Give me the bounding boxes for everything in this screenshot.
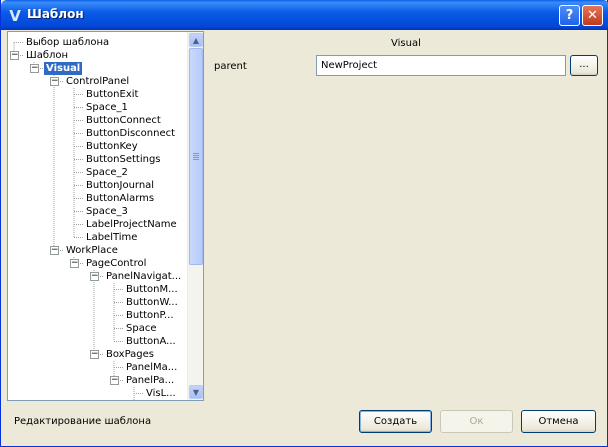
tree-expander-icon[interactable]: − bbox=[90, 350, 99, 359]
tree-item[interactable]: ButtonP... bbox=[126, 309, 174, 322]
tree-item[interactable]: VisL... bbox=[146, 387, 176, 400]
tree-item[interactable]: Space bbox=[126, 322, 156, 335]
tree-item[interactable]: ButtonKey bbox=[86, 140, 138, 153]
cancel-button[interactable]: Отмена bbox=[521, 410, 596, 433]
app-logo-icon: V bbox=[9, 7, 21, 25]
tree-item-selected[interactable]: Visual bbox=[44, 62, 83, 75]
title-bar[interactable]: V Шаблон ? ✕ bbox=[1, 0, 608, 30]
tree-expander-icon[interactable]: − bbox=[10, 51, 19, 60]
scroll-grip-icon bbox=[193, 153, 199, 161]
window-title: Шаблон bbox=[27, 7, 84, 21]
tree-item[interactable]: LabelTime bbox=[86, 231, 137, 244]
template-tree[interactable]: Выбор шаблона − Шаблон − Visual − ControlPanel… bbox=[7, 31, 204, 401]
tree-item[interactable]: Space_1 bbox=[86, 101, 128, 114]
tree-item[interactable]: Space_3 bbox=[86, 205, 128, 218]
tree-expander-icon[interactable]: − bbox=[50, 246, 59, 255]
tree-item[interactable]: PanelPa... bbox=[126, 374, 174, 387]
tree-item[interactable]: Visi... bbox=[146, 400, 173, 401]
tree-expander-icon[interactable]: − bbox=[70, 259, 79, 268]
scroll-thumb[interactable] bbox=[189, 48, 203, 265]
create-button[interactable]: Создать bbox=[359, 410, 432, 433]
tree-item[interactable]: ButtonW... bbox=[126, 296, 178, 309]
tree-item[interactable]: ButtonConnect bbox=[86, 114, 161, 127]
tree-item[interactable]: ButtonA... bbox=[126, 335, 176, 348]
tree-item[interactable]: ButtonJournal bbox=[86, 179, 154, 192]
scroll-up-icon[interactable]: ▲ bbox=[189, 33, 203, 47]
scroll-down-icon[interactable]: ▼ bbox=[189, 385, 203, 399]
tree-scrollbar[interactable]: ▲ ▼ bbox=[187, 32, 203, 400]
close-button[interactable]: ✕ bbox=[582, 5, 603, 26]
ok-button[interactable]: Ок bbox=[440, 410, 513, 433]
tree-expander-icon[interactable]: − bbox=[50, 77, 59, 86]
help-button[interactable]: ? bbox=[559, 5, 580, 26]
tree-item[interactable]: Space_2 bbox=[86, 166, 128, 179]
tree-item[interactable]: PanelNavigat... bbox=[106, 270, 181, 283]
tree-item[interactable]: WorkPlace bbox=[66, 244, 118, 257]
tree-expander-icon[interactable]: − bbox=[110, 376, 119, 385]
tree-item[interactable]: ButtonM... bbox=[126, 283, 178, 296]
tree-item[interactable]: PanelMa... bbox=[126, 361, 177, 374]
tree-item[interactable]: LabelProjectName bbox=[86, 218, 177, 231]
tree-item[interactable]: Выбор шаблона bbox=[26, 36, 109, 49]
tree-item[interactable]: Шаблон bbox=[26, 49, 68, 62]
tree-item[interactable]: ControlPanel bbox=[66, 75, 129, 88]
parent-field[interactable]: NewProject bbox=[316, 55, 566, 76]
status-text: Редактирование шаблона bbox=[14, 416, 152, 427]
properties-title: Visual bbox=[391, 38, 421, 49]
dialog-window: V Шаблон ? ✕ Выбор шаблона − Шаблон − Visual… bbox=[0, 0, 608, 447]
browse-button[interactable]: ... bbox=[570, 55, 598, 76]
tree-item[interactable]: ButtonAlarms bbox=[86, 192, 154, 205]
tree-item[interactable]: BoxPages bbox=[106, 348, 154, 361]
parent-label: parent bbox=[214, 61, 247, 72]
tree-item[interactable]: PageControl bbox=[86, 257, 146, 270]
tree-item[interactable]: ButtonExit bbox=[86, 88, 138, 101]
tree-item[interactable]: ButtonSettings bbox=[86, 153, 161, 166]
tree-expander-icon[interactable]: − bbox=[90, 272, 99, 281]
tree-expander-icon[interactable]: − bbox=[30, 64, 39, 73]
tree-item[interactable]: ButtonDisconnect bbox=[86, 127, 175, 140]
